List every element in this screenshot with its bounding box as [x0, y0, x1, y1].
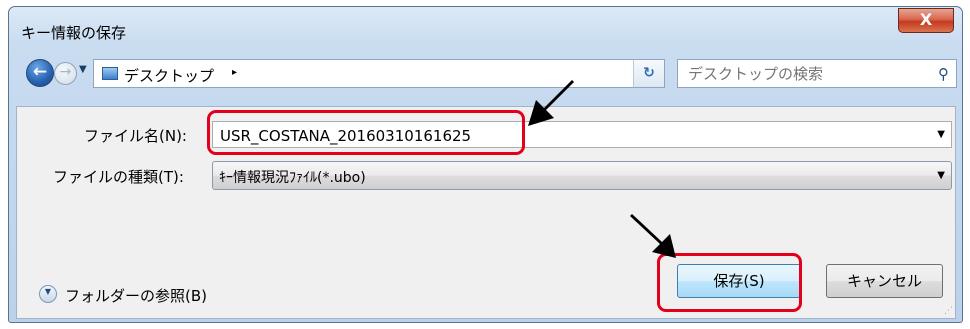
dialog-title: キー情報の保存 — [21, 24, 127, 42]
refresh-icon: ↻ — [643, 65, 655, 81]
filename-field[interactable]: ▼ — [212, 121, 952, 148]
form-panel: ファイル名(N): ▼ ファイルの種類(T): ｷｰ情報現況ﾌｧｲﾙ(*.ubo… — [16, 106, 956, 319]
forward-button[interactable]: → — [54, 62, 77, 85]
navigation-bar: ← → ▼ デスクトップ ▸ ▼ ↻ ⚲ — [9, 53, 962, 91]
save-button[interactable]: 保存(S) — [677, 264, 801, 298]
filename-dropdown-icon[interactable]: ▼ — [937, 129, 945, 140]
close-button[interactable]: X — [898, 8, 954, 33]
search-icon[interactable]: ⚲ — [938, 65, 949, 83]
breadcrumb-arrow-icon[interactable]: ▸ — [232, 67, 237, 78]
filetype-value: ｷｰ情報現況ﾌｧｲﾙ(*.ubo) — [219, 170, 366, 186]
browse-folders-label[interactable]: フォルダーの参照(B) — [65, 285, 207, 306]
refresh-button[interactable]: ↻ — [633, 59, 665, 88]
filename-input[interactable] — [218, 124, 922, 147]
back-arrow-icon: ← — [32, 62, 48, 82]
desktop-icon — [102, 67, 118, 80]
filetype-label: ファイルの種類(T): — [53, 168, 184, 186]
resize-grip-icon[interactable]: ⋰ — [944, 306, 953, 316]
search-box[interactable]: ⚲ — [677, 59, 957, 88]
address-bar[interactable]: デスクトップ ▸ ▼ — [93, 59, 665, 88]
filetype-select[interactable]: ｷｰ情報現況ﾌｧｲﾙ(*.ubo) ▼ — [212, 161, 952, 190]
back-button[interactable]: ← — [26, 59, 54, 87]
title-bar: キー情報の保存 X — [9, 7, 962, 51]
filetype-dropdown-icon[interactable]: ▼ — [937, 170, 945, 181]
close-icon: X — [919, 10, 933, 29]
cancel-button[interactable]: キャンセル — [826, 264, 943, 298]
search-input[interactable] — [686, 63, 920, 85]
address-text[interactable]: デスクトップ — [124, 65, 214, 86]
expand-chevron-icon[interactable]: ▼ — [39, 285, 57, 303]
forward-arrow-icon: → — [59, 64, 72, 80]
filename-label: ファイル名(N): — [84, 127, 187, 145]
save-dialog: キー情報の保存 X ← → ▼ デスクトップ ▸ ▼ ↻ ⚲ ファイル名(N): — [8, 6, 963, 323]
history-dropdown-icon[interactable]: ▼ — [79, 64, 87, 75]
